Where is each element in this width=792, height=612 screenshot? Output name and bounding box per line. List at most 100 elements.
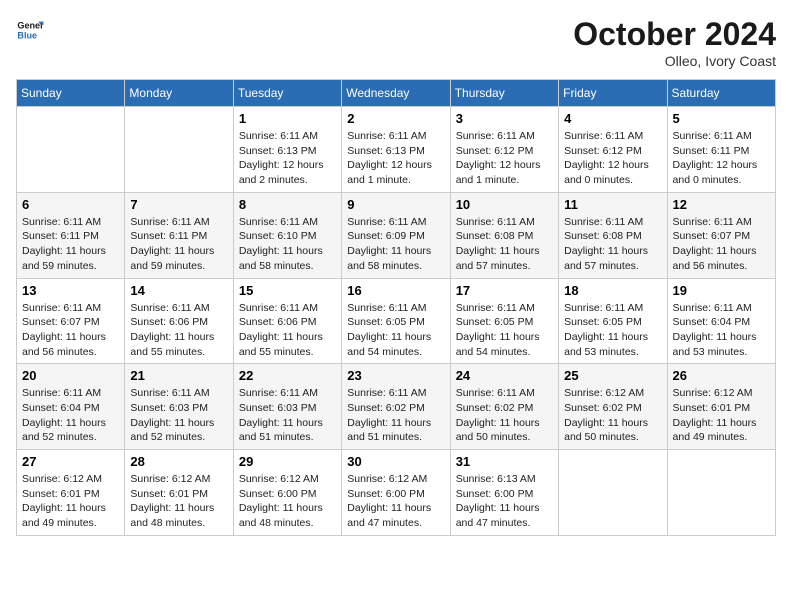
calendar-cell-3-5: 25Sunrise: 6:12 AM Sunset: 6:02 PM Dayli…: [559, 364, 667, 450]
day-number-3: 3: [456, 111, 553, 126]
day-info-22: Sunrise: 6:11 AM Sunset: 6:03 PM Dayligh…: [239, 386, 336, 445]
title-block: October 2024 Olleo, Ivory Coast: [573, 16, 776, 69]
header-friday: Friday: [559, 80, 667, 107]
day-info-30: Sunrise: 6:12 AM Sunset: 6:00 PM Dayligh…: [347, 472, 444, 531]
day-info-14: Sunrise: 6:11 AM Sunset: 6:06 PM Dayligh…: [130, 301, 227, 360]
calendar-cell-2-3: 16 Sunrise: 6:11 AM Sunset: 6:05 PM Dayli…: [342, 278, 450, 364]
day-info-23: Sunrise: 6:11 AM Sunset: 6:02 PM Dayligh…: [347, 386, 444, 445]
calendar-cell-1-2: 8 Sunrise: 6:11 AM Sunset: 6:10 PM Daylig…: [233, 192, 341, 278]
day-number-20: 20: [22, 368, 119, 383]
calendar-cell-4-6: [667, 450, 775, 536]
day-info-2: Sunrise: 6:11 AM Sunset: 6:13 PM Dayligh…: [347, 129, 444, 188]
location: Olleo, Ivory Coast: [573, 53, 776, 69]
calendar-cell-1-3: 9 Sunrise: 6:11 AM Sunset: 6:09 PM Daylig…: [342, 192, 450, 278]
day-number-8: 8: [239, 197, 336, 212]
calendar-cell-1-4: 10Sunrise: 6:11 AM Sunset: 6:08 PM Dayli…: [450, 192, 558, 278]
calendar-cell-4-2: 29Sunrise: 6:12 AM Sunset: 6:00 PM Dayli…: [233, 450, 341, 536]
svg-text:Blue: Blue: [17, 30, 37, 40]
calendar-table: Sunday Monday Tuesday Wednesday Thursday…: [16, 79, 776, 536]
header-monday: Monday: [125, 80, 233, 107]
calendar-cell-3-0: 20 Sunrise: 6:11 AM Sunset: 6:04 PM Dayli…: [17, 364, 125, 450]
calendar-cell-4-3: 30 Sunrise: 6:12 AM Sunset: 6:00 PM Dayli…: [342, 450, 450, 536]
week-row-0: 1 Sunrise: 6:11 AM Sunset: 6:13 PM Daylig…: [17, 107, 776, 193]
day-info-29: Sunrise: 6:12 AM Sunset: 6:00 PM Dayligh…: [239, 472, 336, 531]
calendar-cell-2-1: 14 Sunrise: 6:11 AM Sunset: 6:06 PM Dayli…: [125, 278, 233, 364]
day-number-1: 1: [239, 111, 336, 126]
day-number-6: 6: [22, 197, 119, 212]
day-info-7: Sunrise: 6:11 AM Sunset: 6:11 PM Dayligh…: [130, 215, 227, 274]
header: General Blue October 2024 Olleo, Ivory C…: [16, 16, 776, 69]
calendar-cell-1-0: 6Sunrise: 6:11 AM Sunset: 6:11 PM Daylig…: [17, 192, 125, 278]
day-number-27: 27: [22, 454, 119, 469]
calendar-cell-0-4: 3 Sunrise: 6:11 AM Sunset: 6:12 PM Daylig…: [450, 107, 558, 193]
calendar-container: General Blue October 2024 Olleo, Ivory C…: [0, 0, 792, 612]
week-row-4: 27 Sunrise: 6:12 AM Sunset: 6:01 PM Dayli…: [17, 450, 776, 536]
day-number-28: 28: [130, 454, 227, 469]
calendar-cell-3-4: 24 Sunrise: 6:11 AM Sunset: 6:02 PM Dayli…: [450, 364, 558, 450]
calendar-cell-1-6: 12Sunrise: 6:11 AM Sunset: 6:07 PM Dayli…: [667, 192, 775, 278]
day-info-31: Sunrise: 6:13 AM Sunset: 6:00 PM Dayligh…: [456, 472, 553, 531]
day-info-9: Sunrise: 6:11 AM Sunset: 6:09 PM Dayligh…: [347, 215, 444, 274]
header-sunday: Sunday: [17, 80, 125, 107]
day-number-5: 5: [673, 111, 770, 126]
day-number-13: 13: [22, 283, 119, 298]
calendar-cell-2-0: 13 Sunrise: 6:11 AM Sunset: 6:07 PM Dayli…: [17, 278, 125, 364]
calendar-cell-4-5: [559, 450, 667, 536]
day-number-21: 21: [130, 368, 227, 383]
day-number-18: 18: [564, 283, 661, 298]
day-number-15: 15: [239, 283, 336, 298]
calendar-cell-2-4: 17 Sunrise: 6:11 AM Sunset: 6:05 PM Dayli…: [450, 278, 558, 364]
day-info-26: Sunrise: 6:12 AM Sunset: 6:01 PM Dayligh…: [673, 386, 770, 445]
day-number-7: 7: [130, 197, 227, 212]
day-number-22: 22: [239, 368, 336, 383]
day-number-30: 30: [347, 454, 444, 469]
month-title: October 2024: [573, 16, 776, 53]
calendar-cell-1-1: 7 Sunrise: 6:11 AM Sunset: 6:11 PM Daylig…: [125, 192, 233, 278]
day-number-11: 11: [564, 197, 661, 212]
day-info-16: Sunrise: 6:11 AM Sunset: 6:05 PM Dayligh…: [347, 301, 444, 360]
day-info-17: Sunrise: 6:11 AM Sunset: 6:05 PM Dayligh…: [456, 301, 553, 360]
calendar-cell-4-1: 28 Sunrise: 6:12 AM Sunset: 6:01 PM Dayli…: [125, 450, 233, 536]
day-number-31: 31: [456, 454, 553, 469]
day-number-14: 14: [130, 283, 227, 298]
day-number-2: 2: [347, 111, 444, 126]
day-info-28: Sunrise: 6:12 AM Sunset: 6:01 PM Dayligh…: [130, 472, 227, 531]
day-info-3: Sunrise: 6:11 AM Sunset: 6:12 PM Dayligh…: [456, 129, 553, 188]
calendar-cell-0-3: 2 Sunrise: 6:11 AM Sunset: 6:13 PM Daylig…: [342, 107, 450, 193]
header-tuesday: Tuesday: [233, 80, 341, 107]
calendar-cell-0-2: 1Sunrise: 6:11 AM Sunset: 6:13 PM Daylig…: [233, 107, 341, 193]
week-row-2: 13 Sunrise: 6:11 AM Sunset: 6:07 PM Dayli…: [17, 278, 776, 364]
day-info-4: Sunrise: 6:11 AM Sunset: 6:12 PM Dayligh…: [564, 129, 661, 188]
day-number-12: 12: [673, 197, 770, 212]
day-info-21: Sunrise: 6:11 AM Sunset: 6:03 PM Dayligh…: [130, 386, 227, 445]
calendar-cell-0-6: 5Sunrise: 6:11 AM Sunset: 6:11 PM Daylig…: [667, 107, 775, 193]
calendar-cell-2-2: 15 Sunrise: 6:11 AM Sunset: 6:06 PM Dayli…: [233, 278, 341, 364]
logo: General Blue: [16, 16, 44, 44]
day-number-9: 9: [347, 197, 444, 212]
day-number-26: 26: [673, 368, 770, 383]
day-number-19: 19: [673, 283, 770, 298]
calendar-cell-1-5: 11Sunrise: 6:11 AM Sunset: 6:08 PM Dayli…: [559, 192, 667, 278]
day-number-23: 23: [347, 368, 444, 383]
day-number-4: 4: [564, 111, 661, 126]
day-number-10: 10: [456, 197, 553, 212]
calendar-cell-2-5: 18 Sunrise: 6:11 AM Sunset: 6:05 PM Dayli…: [559, 278, 667, 364]
day-number-24: 24: [456, 368, 553, 383]
header-thursday: Thursday: [450, 80, 558, 107]
day-number-16: 16: [347, 283, 444, 298]
day-info-13: Sunrise: 6:11 AM Sunset: 6:07 PM Dayligh…: [22, 301, 119, 360]
calendar-cell-2-6: 19Sunrise: 6:11 AM Sunset: 6:04 PM Dayli…: [667, 278, 775, 364]
day-info-27: Sunrise: 6:12 AM Sunset: 6:01 PM Dayligh…: [22, 472, 119, 531]
day-info-20: Sunrise: 6:11 AM Sunset: 6:04 PM Dayligh…: [22, 386, 119, 445]
day-info-18: Sunrise: 6:11 AM Sunset: 6:05 PM Dayligh…: [564, 301, 661, 360]
day-info-15: Sunrise: 6:11 AM Sunset: 6:06 PM Dayligh…: [239, 301, 336, 360]
logo-icon: General Blue: [16, 16, 44, 44]
calendar-cell-0-0: [17, 107, 125, 193]
day-info-24: Sunrise: 6:11 AM Sunset: 6:02 PM Dayligh…: [456, 386, 553, 445]
calendar-cell-4-4: 31 Sunrise: 6:13 AM Sunset: 6:00 PM Dayli…: [450, 450, 558, 536]
day-number-17: 17: [456, 283, 553, 298]
header-saturday: Saturday: [667, 80, 775, 107]
day-info-8: Sunrise: 6:11 AM Sunset: 6:10 PM Dayligh…: [239, 215, 336, 274]
week-row-3: 20 Sunrise: 6:11 AM Sunset: 6:04 PM Dayli…: [17, 364, 776, 450]
day-info-25: Sunrise: 6:12 AM Sunset: 6:02 PM Dayligh…: [564, 386, 661, 445]
